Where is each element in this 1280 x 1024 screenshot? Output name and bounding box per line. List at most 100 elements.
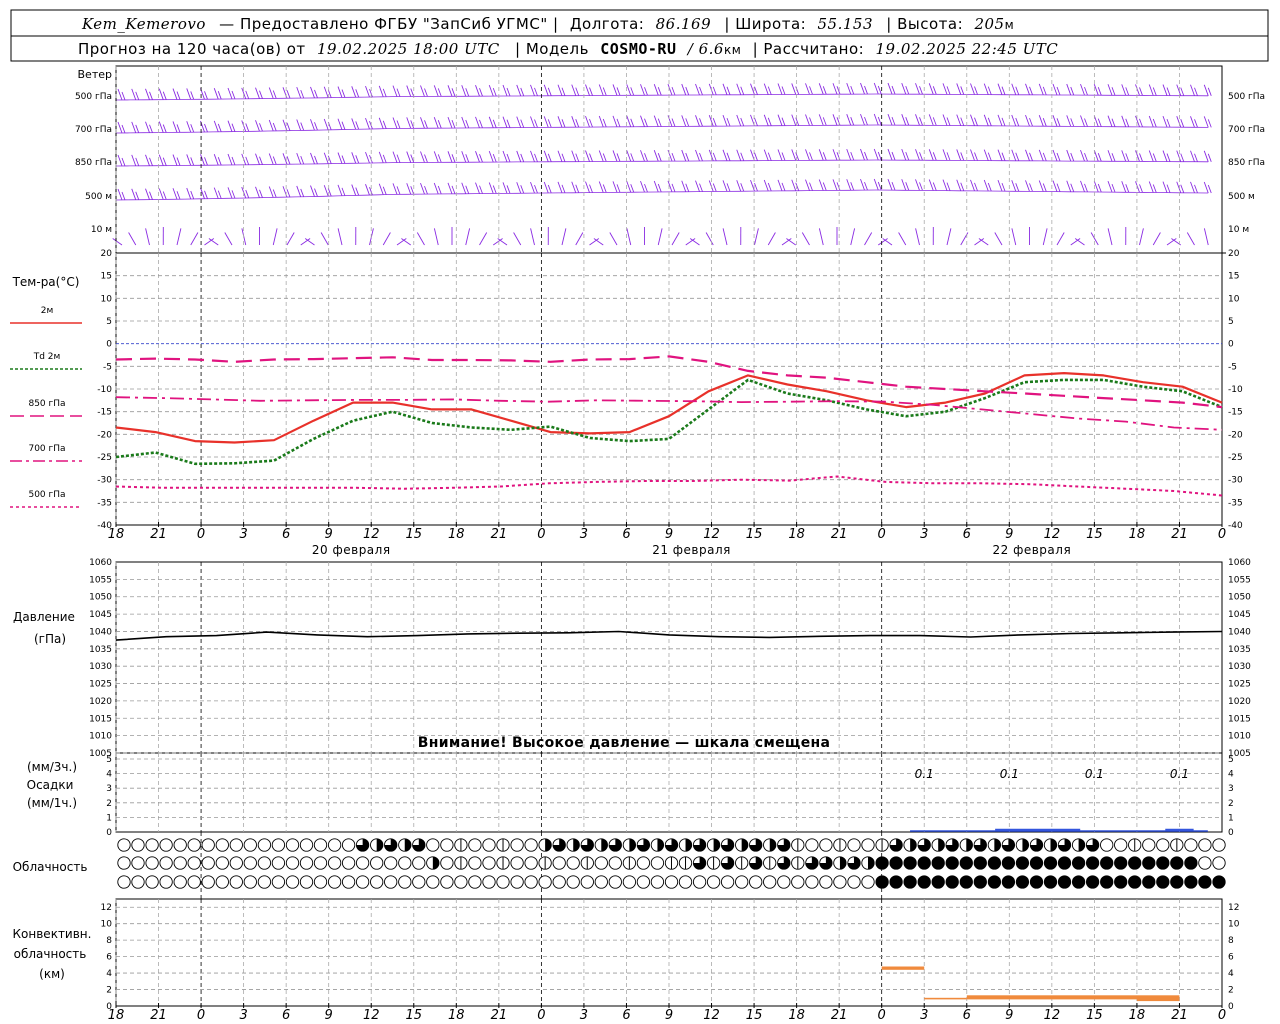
wind-barb-feather bbox=[310, 152, 315, 165]
temp-ytick-right: 20 bbox=[1228, 249, 1240, 259]
cloud-icon bbox=[243, 838, 257, 852]
wind-barb-feather bbox=[736, 149, 742, 161]
conv-ytick-right: 10 bbox=[1228, 920, 1240, 930]
wind-barb-feather bbox=[1084, 152, 1088, 162]
wind-barb-feather bbox=[117, 121, 123, 134]
wind-barb-feather bbox=[1025, 180, 1030, 192]
wind-level-label-right: 10 м bbox=[1228, 225, 1249, 235]
cloud-icon bbox=[1001, 856, 1016, 870]
cloud-icon bbox=[552, 875, 566, 889]
x-axis-bottom-label: 9 bbox=[325, 1008, 333, 1023]
wind-barb-feather bbox=[1093, 180, 1099, 193]
wind-barb-feather bbox=[420, 85, 425, 97]
wind-barb-feather bbox=[822, 86, 827, 95]
wind-barb-feather bbox=[919, 117, 923, 126]
cloud-icon bbox=[889, 856, 903, 870]
wind-barb-feather bbox=[653, 150, 659, 162]
cloud-icon bbox=[384, 856, 398, 870]
cloud-icon bbox=[313, 875, 328, 889]
wind-barb-feather bbox=[1111, 153, 1116, 162]
wind-barb-feather bbox=[946, 152, 951, 161]
wind-barb-feather bbox=[822, 182, 827, 191]
wind-barb-feather bbox=[300, 188, 305, 198]
cloud-icon bbox=[1015, 856, 1030, 870]
wind-barb-feather bbox=[1207, 184, 1212, 194]
wind-barb-feather bbox=[1121, 84, 1127, 96]
wind-barb-feather bbox=[726, 183, 731, 192]
precip-unit-3h: (мм/3ч.) bbox=[27, 760, 77, 774]
wind-level-label-right: 850 гПа bbox=[1228, 158, 1265, 168]
conv-bar bbox=[881, 966, 925, 970]
wind-barb-feather bbox=[767, 152, 772, 161]
wind-barb-feather bbox=[516, 116, 522, 128]
temp-ytick-right: -40 bbox=[1228, 521, 1243, 531]
wind-barb-feather bbox=[547, 184, 552, 194]
wind-barb-feather bbox=[754, 152, 758, 161]
wind-barb-feather bbox=[543, 181, 549, 194]
wind-barb-feather bbox=[891, 116, 896, 126]
wind-barb-feather bbox=[300, 122, 305, 131]
wind-barb-feather bbox=[351, 118, 357, 130]
cloud-icon bbox=[1212, 856, 1226, 870]
cloud-icon bbox=[833, 875, 847, 889]
x-axis-bottom-label: 21 bbox=[831, 1008, 848, 1023]
conv-bar bbox=[924, 997, 967, 1000]
wind-barb-10m bbox=[818, 228, 824, 246]
wind-barb-feather bbox=[846, 114, 852, 126]
cloud-icon bbox=[159, 856, 173, 870]
cloud-icon bbox=[215, 838, 229, 852]
cloud-icon bbox=[1142, 838, 1156, 852]
wind-barb-feather bbox=[217, 123, 222, 133]
wind-barb-10m bbox=[530, 228, 535, 246]
temp-ytick-right: 5 bbox=[1228, 317, 1234, 327]
cloud-icon bbox=[145, 856, 159, 870]
cloud-icon bbox=[398, 856, 412, 870]
wind-barb-10m bbox=[112, 238, 123, 246]
temp-legend-label: 850 гПа bbox=[28, 399, 65, 409]
wind-barb-feather bbox=[296, 86, 302, 99]
cloud-icon bbox=[1184, 856, 1198, 870]
wind-barb-feather bbox=[410, 120, 415, 129]
wind-barb-feather bbox=[740, 117, 745, 127]
wind-barb-feather bbox=[1084, 118, 1088, 127]
cloud-icon-half bbox=[629, 838, 636, 852]
wind-barb-feather bbox=[818, 114, 824, 126]
wind-barb-10m bbox=[479, 232, 488, 246]
wind-level-labels: 500 гПа 500 гПа 700 гПа 700 гПа 850 гПа 850 г… bbox=[75, 92, 1265, 235]
wind-barb-feather bbox=[1107, 84, 1113, 96]
x-axis-mid-label: 0 bbox=[878, 527, 886, 542]
wind-barb-feather bbox=[465, 88, 470, 97]
wind-barb-feather bbox=[1111, 87, 1116, 96]
pressure-ytick-right: 1045 bbox=[1228, 610, 1251, 620]
wind-barb-feather bbox=[644, 87, 648, 96]
wind-barb-feather bbox=[891, 85, 896, 95]
x-axis-mid-label: 6 bbox=[622, 527, 630, 542]
wind-barb-feather bbox=[520, 185, 525, 194]
cloud-icon bbox=[327, 856, 342, 870]
wind-barb-feather bbox=[942, 179, 948, 191]
model-resolution: / 6.6 bbox=[686, 40, 724, 58]
wind-barb-10m bbox=[401, 238, 412, 246]
cloud-icon bbox=[426, 875, 440, 889]
wind-barb-feather bbox=[186, 88, 192, 100]
calc-time: 19.02.2025 22:45 UTC bbox=[875, 40, 1058, 58]
temp-legend-label: 500 гПа bbox=[28, 490, 65, 500]
wind-barb-feather bbox=[612, 115, 618, 128]
cloud-icon bbox=[173, 838, 187, 852]
header-line-1: Kem_Kemerovo — Предоставлено ФГБУ "ЗапСи… bbox=[81, 15, 1014, 33]
cloud-icon bbox=[327, 875, 342, 889]
cloud-icon bbox=[1156, 856, 1170, 870]
wind-barb-feather bbox=[310, 119, 315, 131]
cloud-icon bbox=[861, 838, 875, 852]
wind-barb-10m bbox=[850, 228, 856, 246]
latitude-label: | Широта: bbox=[724, 15, 806, 33]
temp-ytick-left: 20 bbox=[101, 249, 113, 259]
wind-barb-feather bbox=[932, 152, 937, 161]
x-axis-mid-label: 9 bbox=[325, 527, 333, 542]
pressure-ytick-right: 1025 bbox=[1228, 680, 1251, 690]
wind-barb-10m bbox=[433, 228, 439, 246]
pressure-ytick-left: 1055 bbox=[89, 575, 112, 585]
temp-ytick-right: -15 bbox=[1228, 408, 1243, 418]
wind-barb-feather bbox=[712, 118, 717, 127]
wind-barb-feather bbox=[809, 117, 813, 126]
